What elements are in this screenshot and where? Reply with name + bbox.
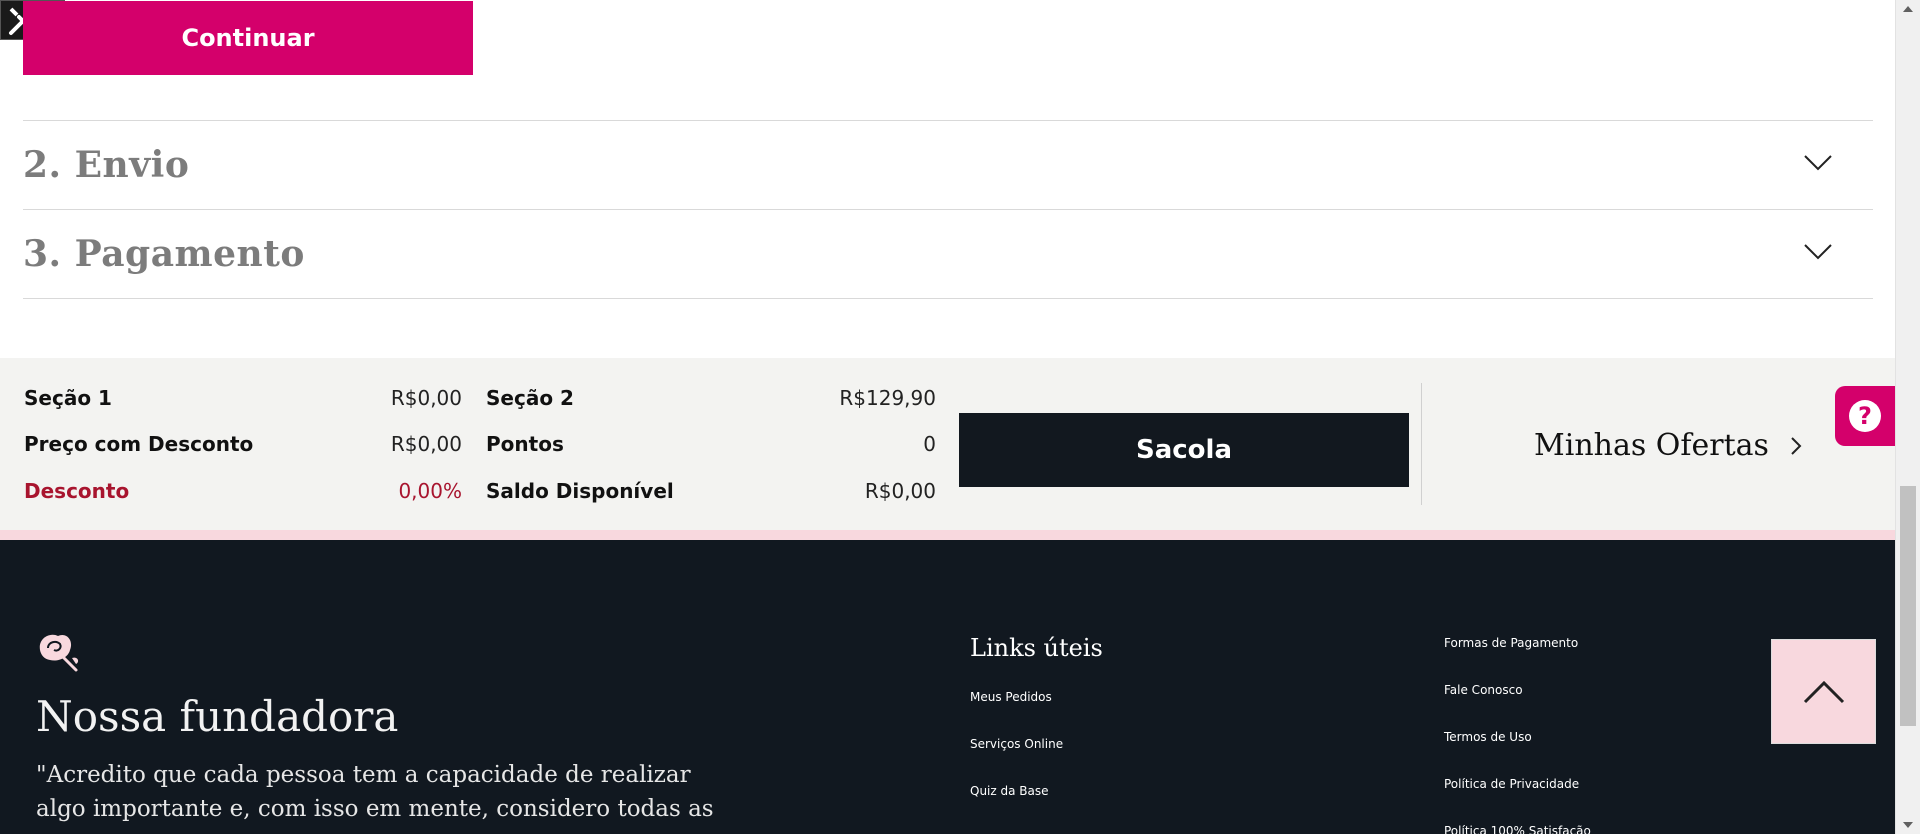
- scroll-up-icon[interactable]: [1903, 6, 1913, 12]
- my-offers-link[interactable]: Minhas Ofertas: [1534, 428, 1803, 463]
- section1-label: Seção 1: [24, 386, 112, 410]
- founder-quote: "Acredito que cada pessoa tem a capacida…: [36, 762, 714, 822]
- discount-price-label: Preço com Desconto: [24, 432, 254, 456]
- balance-label: Saldo Disponível: [486, 479, 674, 503]
- continue-button[interactable]: Continuar: [23, 1, 473, 75]
- scrollbar-thumb[interactable]: [1900, 486, 1916, 726]
- discount-value: 0,00%: [398, 479, 462, 503]
- step-pagamento[interactable]: 3. Pagamento: [23, 209, 1873, 298]
- footer-link-politica-privacidade[interactable]: Política de Privacidade: [1444, 777, 1579, 791]
- section2-value: R$129,90: [839, 386, 936, 410]
- step-envio[interactable]: 2. Envio: [23, 120, 1873, 209]
- links-title: Links úteis: [970, 634, 1103, 662]
- chevron-down-icon[interactable]: [1803, 153, 1833, 173]
- founder-title: Nossa fundadora: [36, 692, 399, 741]
- discount-label: Desconto: [24, 479, 130, 503]
- step-title: 3. Pagamento: [23, 233, 305, 275]
- points-value: 0: [923, 432, 936, 456]
- discount-price-value: R$0,00: [390, 432, 462, 456]
- divider: [23, 298, 1873, 299]
- footer-link-formas-pagamento[interactable]: Formas de Pagamento: [1444, 636, 1578, 650]
- points-label: Pontos: [486, 432, 564, 456]
- footer-link-meus-pedidos[interactable]: Meus Pedidos: [970, 690, 1052, 704]
- footer-link-servicos-online[interactable]: Serviços Online: [970, 737, 1063, 751]
- section1-value: R$0,00: [390, 386, 462, 410]
- divider: [1421, 383, 1422, 505]
- chevron-down-icon[interactable]: [1803, 242, 1833, 262]
- question-icon: ?: [1849, 400, 1881, 432]
- help-button[interactable]: ?: [1835, 386, 1895, 446]
- summary-accent-strip: [0, 530, 1895, 540]
- my-offers-label: Minhas Ofertas: [1534, 428, 1769, 463]
- section2-label: Seção 2: [486, 386, 574, 410]
- chevron-right-icon: [1791, 436, 1802, 455]
- footer-link-politica-satisfacao[interactable]: Política 100% Satisfação: [1444, 824, 1591, 834]
- footer-link-termos-uso[interactable]: Termos de Uso: [1444, 730, 1532, 744]
- bag-button[interactable]: Sacola: [959, 413, 1409, 487]
- balance-value: R$0,00: [864, 479, 936, 503]
- footer-link-quiz-da-base[interactable]: Quiz da Base: [970, 784, 1049, 798]
- chevron-up-icon: [1803, 680, 1844, 703]
- scroll-down-icon[interactable]: [1903, 822, 1913, 828]
- rose-logo-icon: [39, 634, 79, 672]
- page-scrollbar[interactable]: [1895, 0, 1920, 834]
- step-title: 2. Envio: [23, 144, 190, 186]
- footer: Nossa fundadora "Acredito que cada pesso…: [0, 540, 1895, 834]
- back-to-top-button[interactable]: [1771, 639, 1876, 744]
- footer-link-fale-conosco[interactable]: Fale Conosco: [1444, 683, 1523, 697]
